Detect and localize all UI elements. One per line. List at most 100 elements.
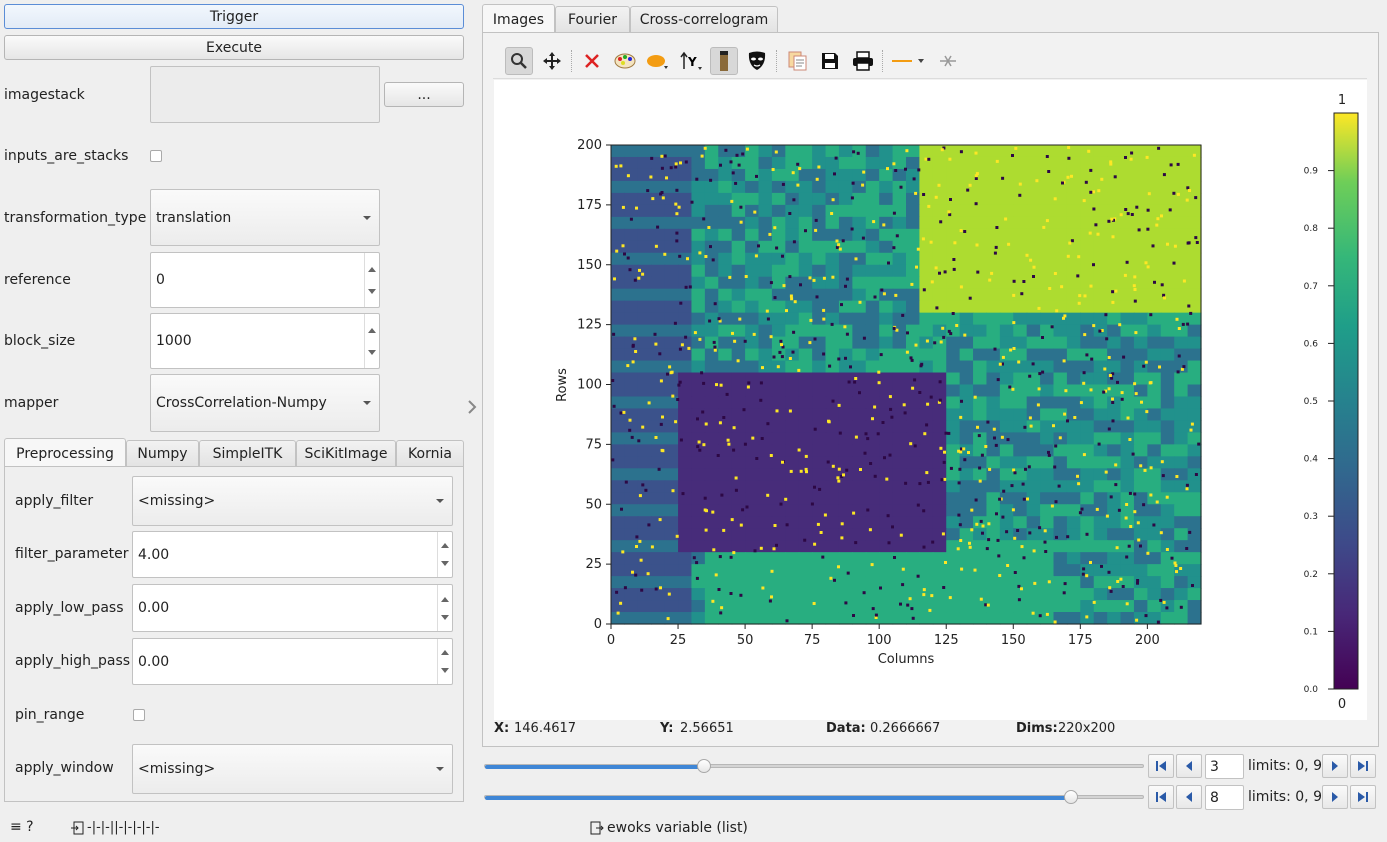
frame-slider-track[interactable] xyxy=(484,764,1144,769)
crosshair-icon[interactable] xyxy=(934,47,962,75)
apply-low-pass-spinbox[interactable]: 0.00 xyxy=(132,584,453,632)
spin-down-icon[interactable] xyxy=(368,349,376,355)
heatmap-cell xyxy=(838,588,853,601)
noise-pixel xyxy=(1185,547,1189,550)
inputs-are-stacks-checkbox[interactable] xyxy=(150,150,162,162)
spin-down-icon[interactable] xyxy=(441,614,449,620)
heatmap-cell xyxy=(812,492,827,505)
tab-images[interactable]: Images xyxy=(482,4,555,34)
print-icon[interactable] xyxy=(849,47,877,75)
last-frame-button[interactable] xyxy=(1350,754,1376,778)
imagestack-browse-button[interactable]: ... xyxy=(384,82,464,107)
heatmap-cell xyxy=(758,300,773,314)
block-size-spinbox[interactable]: 1000 xyxy=(150,313,380,369)
heatmap-cell xyxy=(825,540,840,553)
frame-input[interactable]: 3 xyxy=(1205,754,1244,779)
heatmap-cell xyxy=(986,504,1001,517)
next-frame-button[interactable] xyxy=(1322,754,1348,778)
line-style-icon[interactable] xyxy=(889,47,929,75)
heatmap-cell xyxy=(1147,564,1162,577)
keep-aspect-icon[interactable] xyxy=(710,47,738,75)
reset-icon[interactable] xyxy=(578,47,606,75)
tab-scikitimage[interactable]: SciKitImage xyxy=(296,440,396,466)
y-axis-icon[interactable]: Y xyxy=(677,47,705,75)
tab-kornia[interactable]: Kornia xyxy=(396,440,464,466)
prev-frame-button[interactable] xyxy=(1176,785,1202,809)
spin-buttons[interactable] xyxy=(364,253,379,307)
spin-up-icon[interactable] xyxy=(441,650,449,656)
colormap-icon[interactable] xyxy=(611,47,639,75)
zoom-icon[interactable] xyxy=(505,47,533,75)
frame-input[interactable]: 8 xyxy=(1205,785,1244,810)
spin-down-icon[interactable] xyxy=(441,667,449,673)
tab-preprocessing[interactable]: Preprocessing xyxy=(4,438,126,468)
noise-pixel xyxy=(701,410,705,414)
aspect-icon[interactable] xyxy=(644,47,672,75)
heatmap-cell xyxy=(1174,444,1189,457)
filter-parameter-spinbox[interactable]: 4.00 xyxy=(132,531,453,578)
tab-cross-correlogram[interactable]: Cross-correlogram xyxy=(630,6,778,32)
spin-up-icon[interactable] xyxy=(441,596,449,602)
heatmap-cell xyxy=(1040,600,1055,613)
noise-pixel xyxy=(866,508,870,512)
execute-button[interactable]: Execute xyxy=(4,35,464,60)
prev-frame-button[interactable] xyxy=(1176,754,1202,778)
heatmap-cell xyxy=(973,408,988,422)
trigger-button[interactable]: Trigger xyxy=(4,4,464,29)
heatmap-cell xyxy=(678,456,693,469)
next-frame-button[interactable] xyxy=(1322,785,1348,809)
pan-icon[interactable] xyxy=(538,47,566,75)
spin-buttons[interactable] xyxy=(437,585,452,631)
menu-help-icons[interactable]: ≡ ? xyxy=(10,819,34,835)
apply-high-pass-spinbox[interactable]: 0.00 xyxy=(132,638,453,685)
heatmap-chart[interactable]: 0 25 50 75 100 125 150 175 200 02550751001251501… xyxy=(494,80,1367,720)
tab-numpy[interactable]: Numpy xyxy=(126,440,199,466)
frame-slider-handle[interactable] xyxy=(696,759,711,773)
reference-spinbox[interactable]: 0 xyxy=(150,252,380,308)
copy-icon[interactable] xyxy=(783,47,811,75)
apply-filter-select[interactable]: <missing> xyxy=(132,476,453,526)
first-frame-button[interactable] xyxy=(1148,754,1174,778)
tab-simpleitk[interactable]: SimpleITK xyxy=(199,440,296,466)
heatmap-cell xyxy=(678,288,693,302)
chevron-right-icon[interactable] xyxy=(466,399,478,415)
spin-up-icon[interactable] xyxy=(368,266,376,272)
mask-icon[interactable] xyxy=(743,47,771,75)
imagestack-field[interactable] xyxy=(150,66,380,123)
save-icon[interactable] xyxy=(816,47,844,75)
mapper-select[interactable]: CrossCorrelation-Numpy xyxy=(150,374,380,432)
spin-down-icon[interactable] xyxy=(368,288,376,294)
noise-pixel xyxy=(745,147,749,151)
spin-buttons[interactable] xyxy=(437,532,452,577)
spin-up-icon[interactable] xyxy=(368,327,376,333)
heatmap-cell xyxy=(852,240,867,254)
heatmap-cell xyxy=(1147,420,1162,433)
noise-pixel xyxy=(958,523,962,527)
heatmap-cell xyxy=(999,252,1014,266)
noise-pixel xyxy=(943,477,947,481)
spin-buttons[interactable] xyxy=(364,314,379,368)
heatmap-cell xyxy=(1080,540,1095,553)
heatmap-cell xyxy=(838,384,853,398)
signal-input-icon[interactable] xyxy=(70,821,84,835)
bottom-bar: ≡ ? -|-|-||-|-|-|-|- ewoks variable (lis… xyxy=(0,815,1387,842)
heatmap-cell xyxy=(664,600,679,613)
transformation-type-select[interactable]: translation xyxy=(150,189,380,246)
pin-range-checkbox[interactable] xyxy=(133,709,145,721)
noise-pixel xyxy=(659,422,663,426)
spin-down-icon[interactable] xyxy=(441,560,449,566)
spin-up-icon[interactable] xyxy=(441,543,449,549)
heatmap-cell xyxy=(798,252,813,266)
apply-window-select[interactable]: <missing> xyxy=(132,744,453,794)
noise-pixel xyxy=(717,317,721,321)
spin-buttons[interactable] xyxy=(437,639,452,684)
plot-canvas[interactable]: 0 25 50 75 100 125 150 175 200 0 25 50 75 100 125 150 1… xyxy=(494,80,1367,720)
last-frame-button[interactable] xyxy=(1350,785,1376,809)
heatmap-cell xyxy=(986,264,1001,278)
heatmap-cell xyxy=(771,588,786,601)
noise-pixel xyxy=(775,246,779,250)
first-frame-button[interactable] xyxy=(1148,785,1174,809)
tab-fourier[interactable]: Fourier xyxy=(555,6,630,32)
frame-slider-track[interactable] xyxy=(484,795,1144,800)
frame-slider-handle[interactable] xyxy=(1063,790,1078,804)
